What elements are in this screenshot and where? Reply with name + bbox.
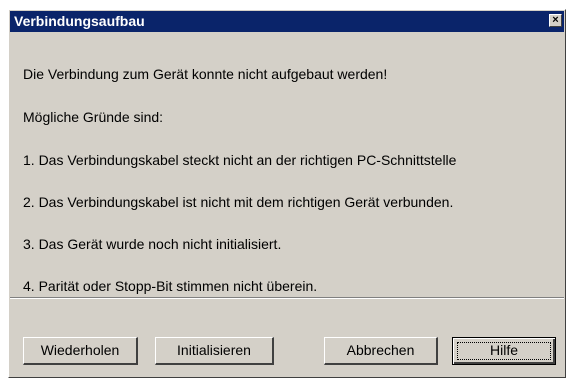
- title-bar[interactable]: Verbindungsaufbau ×: [10, 11, 564, 32]
- close-icon: ×: [552, 14, 559, 26]
- initialize-button[interactable]: Initialisieren: [155, 337, 274, 365]
- retry-button[interactable]: Wiederholen: [23, 337, 138, 365]
- reason-3: 3. Das Gerät wurde noch nicht initialisi…: [23, 236, 282, 252]
- reasons-heading: Mögliche Gründe sind:: [23, 109, 164, 125]
- dialog-title: Verbindungsaufbau: [14, 13, 145, 29]
- initialize-button-label: Initialisieren: [177, 342, 251, 358]
- cancel-button[interactable]: Abbrechen: [324, 337, 438, 365]
- help-button[interactable]: Hilfe: [452, 337, 556, 365]
- help-button-label: Hilfe: [489, 342, 518, 358]
- error-message: Die Verbindung zum Gerät konnte nicht au…: [23, 66, 388, 82]
- connection-dialog: Verbindungsaufbau × Die Verbindung zum G…: [8, 9, 566, 378]
- reason-2: 2. Das Verbindungskabel ist nicht mit de…: [23, 194, 454, 210]
- reason-4: 4. Parität oder Stopp-Bit stimmen nicht …: [23, 278, 318, 294]
- reason-1: 1. Das Verbindungskabel steckt nicht an …: [23, 152, 457, 168]
- cancel-button-label: Abbrechen: [346, 342, 415, 358]
- close-button[interactable]: ×: [549, 14, 562, 27]
- retry-button-label: Wiederholen: [40, 342, 120, 358]
- divider: [10, 297, 564, 299]
